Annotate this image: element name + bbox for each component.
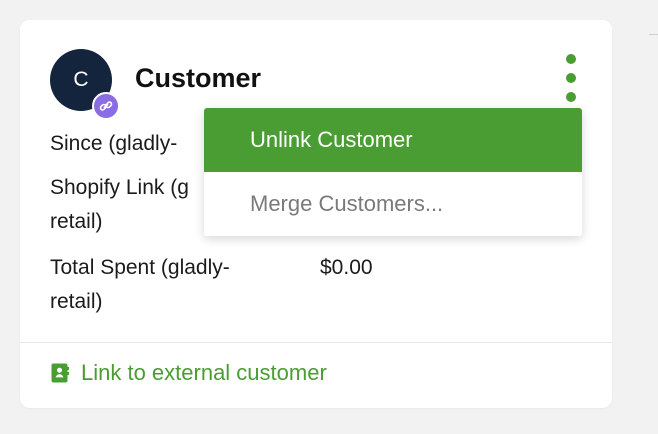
chain-link-icon	[99, 101, 113, 111]
avatar-initial: C	[73, 68, 89, 91]
contact-book-icon	[51, 363, 69, 383]
kebab-dot-icon	[566, 73, 576, 83]
unlink-customer-menu-item[interactable]: Unlink Customer	[204, 108, 582, 172]
customer-actions-dropdown: Unlink Customer Merge Customers...	[204, 108, 582, 236]
card-title: Customer	[135, 63, 262, 93]
kebab-dot-icon	[566, 54, 576, 64]
page: C Customer Since (gladly- Shopify Link (…	[0, 0, 658, 434]
kebab-dot-icon	[566, 92, 576, 102]
more-options-button[interactable]	[560, 54, 582, 102]
link-external-customer-link[interactable]: Link to external customer	[50, 360, 327, 386]
link-badge-icon	[92, 92, 120, 120]
total-spent-value: $0.00	[320, 256, 373, 279]
card-divider	[20, 342, 612, 343]
total-spent-label: Total Spent (gladly- retail)	[50, 256, 230, 313]
right-edge-line	[649, 34, 658, 35]
merge-customers-menu-item[interactable]: Merge Customers...	[204, 172, 582, 236]
footer-link-label[interactable]: Link to external customer	[81, 360, 327, 386]
